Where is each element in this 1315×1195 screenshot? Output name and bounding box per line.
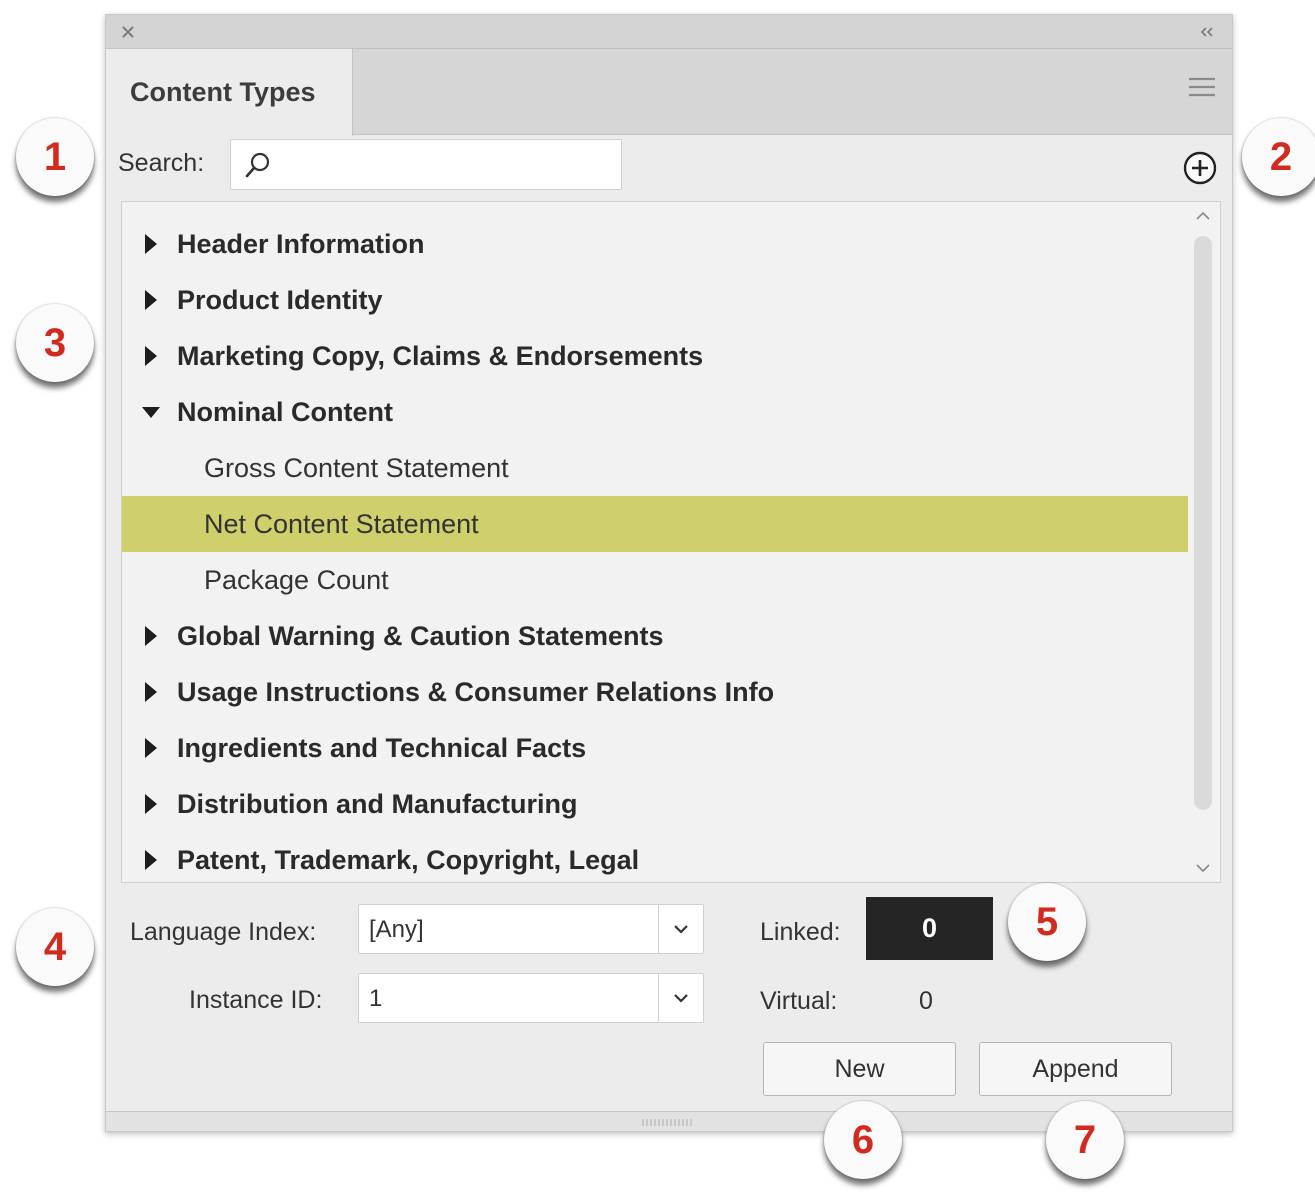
tree-scrollbar[interactable] [1194, 236, 1212, 810]
disclosure-collapsed-icon[interactable] [140, 793, 162, 815]
callout-2: 2 [1242, 118, 1315, 196]
tree-group-row[interactable]: Marketing Copy, Claims & Endorsements [122, 328, 1188, 384]
tree-row-label: Net Content Statement [204, 508, 479, 539]
language-index-select[interactable]: [Any] [358, 904, 704, 954]
disclosure-collapsed-icon[interactable] [140, 625, 162, 647]
linked-label: Linked: [760, 918, 841, 946]
instance-id-label: Instance ID: [189, 986, 323, 1014]
callout-7: 7 [1046, 1101, 1124, 1179]
callout-3: 3 [16, 304, 94, 382]
tree-group-row[interactable]: Patent, Trademark, Copyright, Legal [122, 832, 1188, 882]
disclosure-collapsed-icon[interactable] [140, 737, 162, 759]
linked-count: 0 [866, 897, 993, 960]
content-types-panel: Content Types Search: Header Information… [105, 14, 1233, 1132]
tree-row-label: Patent, Trademark, Copyright, Legal [177, 844, 640, 875]
tab-content-types[interactable]: Content Types [106, 49, 353, 136]
disclosure-expanded-icon[interactable] [140, 401, 162, 423]
tab-label: Content Types [130, 77, 316, 107]
tree-group-row[interactable]: Ingredients and Technical Facts [122, 720, 1188, 776]
tree-group-row[interactable]: Nominal Content [122, 384, 1188, 440]
tree-row-label: Distribution and Manufacturing [177, 788, 578, 819]
tree-child-row[interactable]: Gross Content Statement [122, 440, 1188, 496]
new-button[interactable]: New [763, 1042, 956, 1096]
search-field[interactable] [230, 139, 622, 190]
chevron-down-icon [674, 994, 688, 1003]
tree-group-row[interactable]: Product Identity [122, 272, 1188, 328]
resize-grip-icon[interactable] [641, 1118, 693, 1127]
disclosure-collapsed-icon[interactable] [140, 289, 162, 311]
panel-tabbar: Content Types [106, 49, 1232, 136]
virtual-label: Virtual: [760, 987, 838, 1015]
language-index-label: Language Index: [130, 918, 317, 946]
select-divider [658, 974, 659, 1022]
virtual-count: 0 [919, 987, 933, 1015]
tree-child-row[interactable]: Net Content Statement [122, 496, 1188, 552]
disclosure-collapsed-icon[interactable] [140, 345, 162, 367]
tree-group-row[interactable]: Usage Instructions & Consumer Relations … [122, 664, 1188, 720]
disclosure-collapsed-icon[interactable] [140, 681, 162, 703]
tree-group-row[interactable]: Global Warning & Caution Statements [122, 608, 1188, 664]
chevron-down-icon [674, 925, 688, 934]
callout-5: 5 [1008, 883, 1086, 961]
panel-titlebar [106, 15, 1232, 49]
disclosure-collapsed-icon[interactable] [140, 849, 162, 871]
close-icon[interactable] [116, 20, 140, 44]
tree-row-label: Product Identity [177, 284, 383, 315]
append-button[interactable]: Append [979, 1042, 1172, 1096]
tree-group-row[interactable]: Distribution and Manufacturing [122, 776, 1188, 832]
scroll-up-icon[interactable] [1191, 208, 1215, 224]
tree-group-row[interactable]: Header Information [122, 216, 1188, 272]
instance-id-value: 1 [369, 985, 383, 1012]
instance-id-select[interactable]: 1 [358, 973, 704, 1023]
tree-row-label: Header Information [177, 228, 425, 259]
tree-row-label: Usage Instructions & Consumer Relations … [177, 676, 775, 707]
tree-row-label: Ingredients and Technical Facts [177, 732, 587, 763]
callout-6: 6 [824, 1101, 902, 1179]
content-type-tree: Header Information Product Identity Market… [121, 201, 1221, 883]
tree-row-label: Marketing Copy, Claims & Endorsements [177, 340, 704, 371]
tree-row-label: Package Count [204, 564, 389, 595]
search-label: Search: [118, 149, 205, 177]
tree-child-row[interactable]: Package Count [122, 552, 1188, 608]
tree-row-label: Gross Content Statement [204, 452, 509, 483]
search-input[interactable] [279, 146, 609, 184]
scroll-down-icon[interactable] [1191, 860, 1215, 876]
hamburger-menu-icon[interactable] [1188, 76, 1216, 98]
tree-row-label: Global Warning & Caution Statements [177, 620, 664, 651]
callout-4: 4 [16, 908, 94, 986]
select-divider [658, 905, 659, 953]
collapse-icon[interactable] [1196, 22, 1218, 42]
search-icon [245, 152, 270, 178]
tree-row-label: Nominal Content [177, 396, 393, 427]
language-index-value: [Any] [369, 916, 424, 943]
add-icon[interactable] [1182, 150, 1218, 186]
disclosure-collapsed-icon[interactable] [140, 233, 162, 255]
callout-1: 1 [16, 118, 94, 196]
